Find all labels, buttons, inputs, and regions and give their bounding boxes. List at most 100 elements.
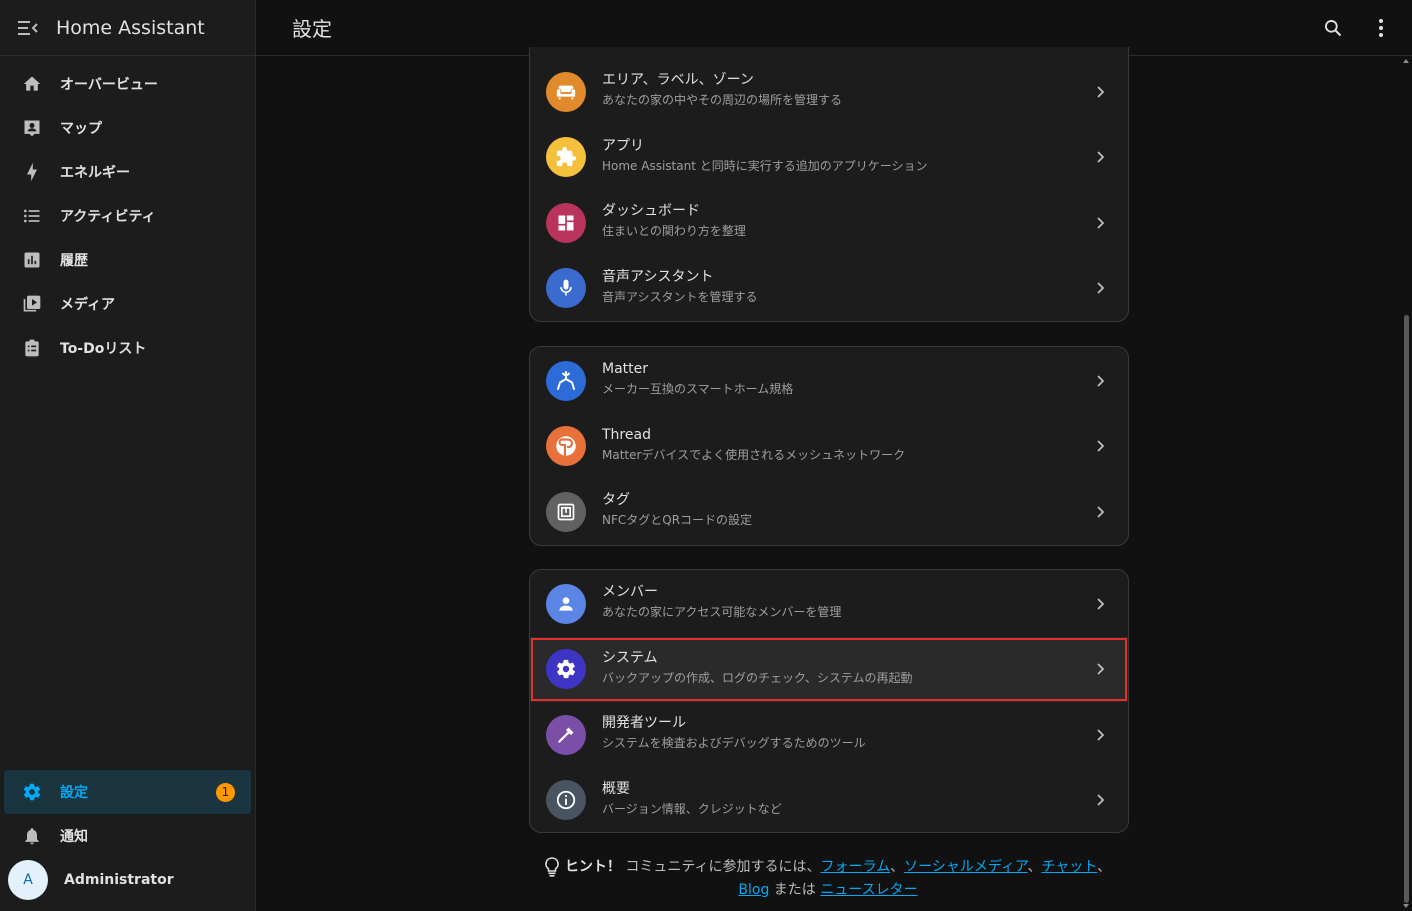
hint-separator: 、: [890, 859, 905, 875]
notification-badge: 1: [216, 782, 235, 802]
row-subtitle: バージョン情報、クレジットなど: [602, 801, 782, 816]
settings-row-dashboards[interactable]: ダッシュボード 住まいとの関わり方を整理: [530, 190, 1128, 256]
matter-icon: [546, 360, 586, 401]
forum-link[interactable]: フォーラム: [821, 859, 891, 875]
scrollbar-thumb[interactable]: [1404, 315, 1409, 903]
menu-collapse-button[interactable]: [0, 0, 56, 55]
row-subtitle: 音声アシスタントを管理する: [602, 289, 758, 304]
search-button[interactable]: [1320, 15, 1346, 41]
sidebar-item-label: 履歴: [60, 253, 88, 269]
sidebar-header: Home Assistant: [0, 0, 255, 56]
map-account-icon: [22, 118, 42, 138]
sidebar-item-history[interactable]: 履歴: [4, 238, 251, 282]
row-title: システム: [602, 649, 658, 666]
chevron-right-icon: [1097, 663, 1105, 675]
hint-label: ヒント！: [564, 859, 621, 875]
social-media-link[interactable]: ソーシャルメディア: [904, 859, 1027, 875]
home-icon: [22, 74, 42, 94]
settings-row-system[interactable]: システム バックアップの作成、ログのチェック、システムの再起動: [530, 636, 1128, 702]
sidebar-item-map[interactable]: マップ: [4, 106, 251, 150]
puzzle-icon: [546, 137, 586, 178]
chevron-right-icon: [1097, 598, 1105, 610]
sofa-icon: [546, 71, 586, 112]
app-title: Home Assistant: [56, 16, 205, 39]
search-icon: [1325, 19, 1342, 36]
sidebar-item-label: オーバービュー: [60, 77, 158, 93]
chart-box-icon: [22, 250, 42, 270]
chevron-right-icon: [1097, 375, 1105, 387]
chevron-right-icon: [1097, 729, 1105, 741]
clipboard-list-icon: [22, 338, 42, 358]
settings-row-developer-tools[interactable]: 開発者ツール システムを検査およびデバッグするためのツール: [530, 702, 1128, 768]
sidebar-item-label: 通知: [60, 829, 88, 845]
chat-link[interactable]: チャット: [1041, 859, 1097, 875]
sidebar-item-overview[interactable]: オーバービュー: [4, 62, 251, 106]
sidebar-item-energy[interactable]: エネルギー: [4, 150, 251, 194]
scroll-down-arrow[interactable]: [1403, 904, 1409, 908]
settings-group-card: メンバー あなたの家にアクセス可能なメンバーを管理 システム バックアップの作成…: [529, 569, 1129, 833]
settings-row-tags[interactable]: タグ NFCタグとQRコードの設定: [530, 479, 1128, 545]
sidebar-item-activity[interactable]: アクティビティ: [4, 194, 251, 238]
scroll-up-arrow[interactable]: [1403, 59, 1409, 63]
blog-link[interactable]: Blog: [738, 882, 769, 898]
format-list-bulleted-icon: [22, 206, 42, 226]
cog-icon: [22, 782, 42, 802]
hint-separator: 、: [1027, 859, 1042, 875]
view-dashboard-icon: [546, 202, 586, 243]
row-title: タグ: [602, 492, 630, 508]
sidebar-item-settings[interactable]: 設定 1: [4, 770, 251, 814]
sidebar-item-notifications[interactable]: 通知: [4, 814, 251, 858]
sidebar-item-label: 設定: [60, 785, 88, 801]
row-title: Matter: [602, 361, 649, 377]
sidebar-item-media[interactable]: メディア: [4, 282, 251, 326]
avatar: A: [8, 860, 48, 900]
settings-row-people[interactable]: メンバー あなたの家にアクセス可能なメンバーを管理: [530, 571, 1128, 637]
row-title: 音声アシスタント: [602, 268, 714, 285]
user-name: Administrator: [64, 872, 174, 888]
row-subtitle: Home Assistant と同時に実行する追加のアプリケーション: [602, 158, 928, 173]
sidebar-user[interactable]: A Administrator: [0, 858, 255, 902]
row-subtitle: システムを検査およびデバッグするためのツール: [602, 736, 866, 750]
sidebar-bottom: 設定 1 通知 A Administrator: [0, 770, 255, 902]
settings-row-about[interactable]: 概要 バージョン情報、クレジットなど: [530, 768, 1128, 833]
sidebar-item-label: マップ: [60, 121, 102, 137]
row-title: Thread: [602, 426, 651, 443]
chevron-right-icon: [1097, 440, 1105, 452]
lightbulb-icon: [545, 857, 559, 877]
row-subtitle: Matterデバイスでよく使用されるメッシュネットワーク: [602, 447, 906, 462]
chevron-right-icon: [1097, 151, 1105, 163]
settings-group-card: エリア、ラベル、ゾーン あなたの家の中やその周辺の場所を管理する アプリ Hom…: [529, 47, 1129, 322]
row-title: 開発者ツール: [602, 715, 686, 731]
settings-row-matter[interactable]: Matter メーカー互換のスマートホーム規格: [530, 348, 1128, 414]
information-icon: [546, 780, 586, 821]
community-hint: ヒント！ コミュニティに参加するには、フォーラム、ソーシャルメディア、チャット、…: [529, 856, 1127, 902]
chevron-right-icon: [1097, 506, 1105, 518]
sidebar-item-todo[interactable]: To-Doリスト: [4, 326, 251, 370]
settings-row-thread[interactable]: Thread Matterデバイスでよく使用されるメッシュネットワーク: [530, 414, 1128, 480]
sidebar-nav: オーバービュー マップ エネルギー アクティビティ 履歴 メディア To-Doリ…: [0, 56, 255, 370]
row-title: アプリ: [602, 137, 644, 154]
settings-row-voice-assistants[interactable]: 音声アシスタント 音声アシスタントを管理する: [530, 256, 1128, 322]
settings-row-apps[interactable]: アプリ Home Assistant と同時に実行する追加のアプリケーション: [530, 125, 1128, 191]
toolbar-actions: [1320, 0, 1394, 55]
sidebar: Home Assistant オーバービュー マップ エネルギー アクティビティ: [0, 0, 256, 911]
account-icon: [546, 583, 586, 624]
hint-text: コミュニティに参加するには、: [625, 859, 821, 875]
row-subtitle: あなたの家の中やその周辺の場所を管理する: [602, 93, 843, 107]
row-subtitle: あなたの家にアクセス可能なメンバーを管理: [602, 605, 842, 619]
page-title: 設定: [292, 17, 332, 41]
newsletter-link[interactable]: ニュースレター: [820, 882, 917, 898]
hammer-icon: [546, 714, 586, 755]
row-title: 概要: [602, 780, 630, 797]
sidebar-item-label: メディア: [60, 297, 116, 313]
overflow-menu-button[interactable]: [1368, 15, 1394, 41]
hint-text: または: [769, 882, 821, 898]
sidebar-item-label: エネルギー: [60, 165, 130, 181]
row-subtitle: 住まいとの関わり方を整理: [602, 224, 746, 238]
row-subtitle: メーカー互換のスマートホーム規格: [602, 382, 794, 396]
thread-icon: [546, 426, 586, 467]
settings-row-areas[interactable]: エリア、ラベル、ゾーン あなたの家の中やその周辺の場所を管理する: [530, 59, 1128, 125]
scrollbar[interactable]: [1400, 56, 1412, 911]
chevron-right-icon: [1097, 282, 1105, 294]
chevron-right-icon: [1097, 86, 1105, 98]
